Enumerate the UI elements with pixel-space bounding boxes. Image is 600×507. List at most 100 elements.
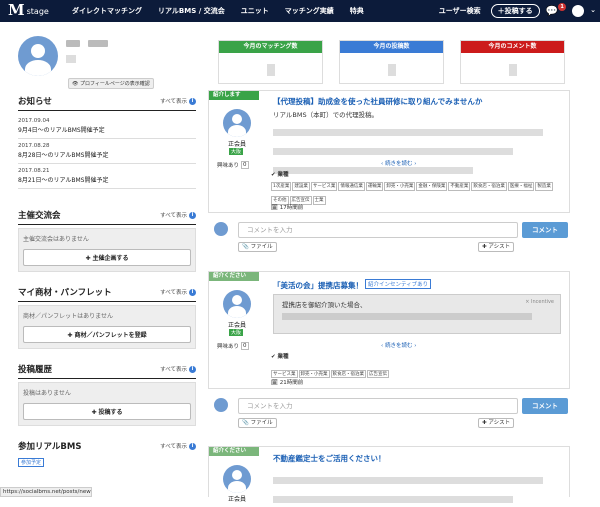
profile-avatar[interactable] <box>18 36 58 76</box>
comment-avatar <box>214 222 228 236</box>
nav-benefits[interactable]: 特典 <box>350 6 364 16</box>
profile-name-redacted <box>66 40 108 65</box>
profile-view-label: プロフィールページの表示確認 <box>79 81 150 87</box>
left-sidebar: 👁 プロフィールページの表示確認 お知らせ すべて表示 i 2017.09.04 9… <box>18 36 196 467</box>
logo[interactable]: M stage <box>8 1 56 19</box>
materials-title: マイ商材・パンフレット <box>18 288 112 298</box>
member-type: 正会員 <box>227 322 246 329</box>
nav-matching-results[interactable]: マッチング実績 <box>285 6 334 16</box>
stat-matching: 今月のマッチング数 <box>218 40 323 84</box>
host-event-button[interactable]: ✚ 主催企画する <box>23 249 191 266</box>
comment-box: コメントを入力 コメント 📎 ファイル ✚ アシスト <box>208 396 570 430</box>
area-badge: 大阪 <box>229 148 244 155</box>
poster-avatar[interactable] <box>223 109 251 137</box>
comment-box: コメントを入力 コメント 📎 ファイル ✚ アシスト <box>208 220 570 254</box>
post-type-tag: 紹介ください <box>209 447 259 456</box>
post-type-tag: 紹介ください <box>209 272 259 281</box>
events-empty: 主催交流会はありません <box>23 236 89 243</box>
info-icon: i <box>189 211 196 219</box>
comment-submit-button[interactable]: コメント <box>522 398 568 414</box>
comment-avatar <box>214 398 228 412</box>
chevron-right-icon: › <box>414 343 417 349</box>
member-type: 正会員 <box>227 496 246 503</box>
events-box: 主催交流会はありません ✚ 主催企画する <box>18 228 196 272</box>
materials-show-all[interactable]: すべて表示 i <box>160 288 196 296</box>
incentive-box: 提携店を御紹介頂いた場合、 × Incentive <box>273 294 561 334</box>
user-avatar[interactable] <box>572 5 585 17</box>
poster-avatar[interactable] <box>223 465 251 493</box>
chevron-left-icon: ‹ <box>381 161 384 167</box>
history-section: 投稿履歴 すべて表示 i 投稿はありません ✚ 投稿する <box>18 363 196 426</box>
materials-section: マイ商材・パンフレット すべて表示 i 商材／パンフレットはありません ✚ 商材／… <box>18 286 196 349</box>
materials-box: 商材／パンフレットはありません ✚ 商材／パンフレットを登録 <box>18 305 196 349</box>
eye-icon: 👁 <box>72 81 79 87</box>
post-body-redacted <box>273 121 563 178</box>
comment-input[interactable]: コメントを入力 <box>238 398 518 414</box>
notices-section: お知らせ すべて表示 i 2017.09.04 9月4日〜のリアルBMS開催予定 2… <box>18 95 196 189</box>
assist-button[interactable]: ✚ アシスト <box>478 418 515 428</box>
new-post-button[interactable]: ✚ 投稿する <box>23 403 191 420</box>
events-show-all[interactable]: すべて表示 i <box>160 211 196 219</box>
status-bar-url: https://socialbms.net/posts/new <box>0 487 92 497</box>
post-card[interactable]: 紹介ください 正会員 大阪 興味あり 0 「美活の会」提携店募集！ 紹介インセンテ… <box>208 271 570 389</box>
bms-section: 参加リアルBMS すべて表示 i 参加予定 <box>18 440 196 467</box>
industry-label: ✔ 業種 <box>271 172 289 178</box>
nav-direct-matching[interactable]: ダイレクトマッチング <box>72 6 142 16</box>
stat-posts: 今月の投稿数 <box>339 40 444 84</box>
post-title[interactable]: 不動産鑑定士をご活用ください！ <box>273 453 386 464</box>
nav-user-search[interactable]: ユーザー検索 <box>439 6 481 16</box>
poster-avatar[interactable] <box>223 290 251 318</box>
chevron-left-icon: ‹ <box>381 343 384 349</box>
bms-show-all[interactable]: すべて表示 i <box>160 442 196 450</box>
comment-submit-button[interactable]: コメント <box>522 222 568 238</box>
area-badge: 大阪 <box>229 329 244 336</box>
assist-button[interactable]: ✚ アシスト <box>478 242 515 252</box>
member-type: 正会員 <box>227 141 246 148</box>
incentive-note: 提携店を御紹介頂いた場合、 <box>282 301 367 309</box>
post-title[interactable]: 「美活の会」提携店募集！ <box>273 280 363 291</box>
info-icon: i <box>189 365 196 373</box>
notice-item[interactable]: 2017.08.21 8月21日〜のリアルBMS開催予定 <box>18 164 196 189</box>
post-body: リアルBMS（本町）での代理投稿。 <box>273 111 379 119</box>
post-body-redacted <box>273 469 563 507</box>
logo-text: stage <box>26 6 49 16</box>
read-more-link[interactable]: ‹ 続きを読む › <box>381 341 416 349</box>
profile-block <box>18 36 196 76</box>
register-material-button[interactable]: ✚ 商材／パンフレットを登録 <box>23 326 191 343</box>
notice-item[interactable]: 2017.09.04 9月4日〜のリアルBMS開催予定 <box>18 114 196 139</box>
events-title: 主催交流会 <box>18 211 61 221</box>
nav-real-bms[interactable]: リアルBMS / 交流会 <box>158 6 225 16</box>
stat-matching-label: 今月のマッチング数 <box>219 41 322 53</box>
post-time: 🗓 17時間前 <box>271 205 304 211</box>
post-card[interactable]: 紹介します 正会員 大阪 興味あり 0 【代理投稿】助成金を使った社員研修に取り組… <box>208 90 570 213</box>
info-icon: i <box>189 288 196 296</box>
logo-mark: M <box>8 1 25 19</box>
post-title[interactable]: 【代理投稿】助成金を使った社員研修に取り組んでみませんか <box>273 96 482 107</box>
chat-icon[interactable]: 💬 <box>546 6 558 17</box>
post-button[interactable]: ＋投稿する <box>490 4 540 18</box>
bms-status-badge: 参加予定 <box>18 458 45 467</box>
industry-chips: サービス業 卸売・小売業 飲食店・宿泊業 広告宣伝 <box>271 370 389 378</box>
avatar-head-icon <box>31 44 45 58</box>
post-card[interactable]: 紹介ください 正会員 不動産鑑定士をご活用ください！ <box>208 446 570 503</box>
history-show-all[interactable]: すべて表示 i <box>160 365 196 373</box>
nav-unit[interactable]: ユニット <box>241 6 269 16</box>
interest-counter[interactable]: 興味あり 0 <box>217 161 249 169</box>
chevron-right-icon: › <box>414 161 417 167</box>
info-icon: i <box>189 97 196 105</box>
top-nav: M stage ダイレクトマッチング リアルBMS / 交流会 ユニット マッチ… <box>0 0 600 22</box>
notice-item[interactable]: 2017.08.28 8月28日〜のリアルBMS開催予定 <box>18 139 196 164</box>
comment-input[interactable]: コメントを入力 <box>238 222 518 238</box>
chevron-down-icon[interactable]: ⌄ <box>590 6 596 14</box>
interest-counter[interactable]: 興味あり 0 <box>217 342 249 350</box>
incentive-badge: 紹介インセンティブあり <box>365 279 432 289</box>
materials-empty: 商材／パンフレットはありません <box>23 313 113 320</box>
profile-view-button[interactable]: 👁 プロフィールページの表示確認 <box>68 78 154 89</box>
read-more-link[interactable]: ‹ 続きを読む › <box>381 159 416 167</box>
file-button[interactable]: 📎 ファイル <box>238 418 277 428</box>
stat-comments-label: 今月のコメント数 <box>461 41 564 53</box>
history-empty: 投稿はありません <box>23 390 71 397</box>
industry-chips: 1次産業 建設業 サービス業 情報通信業 運輸業 卸売・小売業 金融・保険業 不動産業 飲食店・… <box>271 182 553 205</box>
notices-show-all[interactable]: すべて表示 i <box>160 97 196 105</box>
file-button[interactable]: 📎 ファイル <box>238 242 277 252</box>
